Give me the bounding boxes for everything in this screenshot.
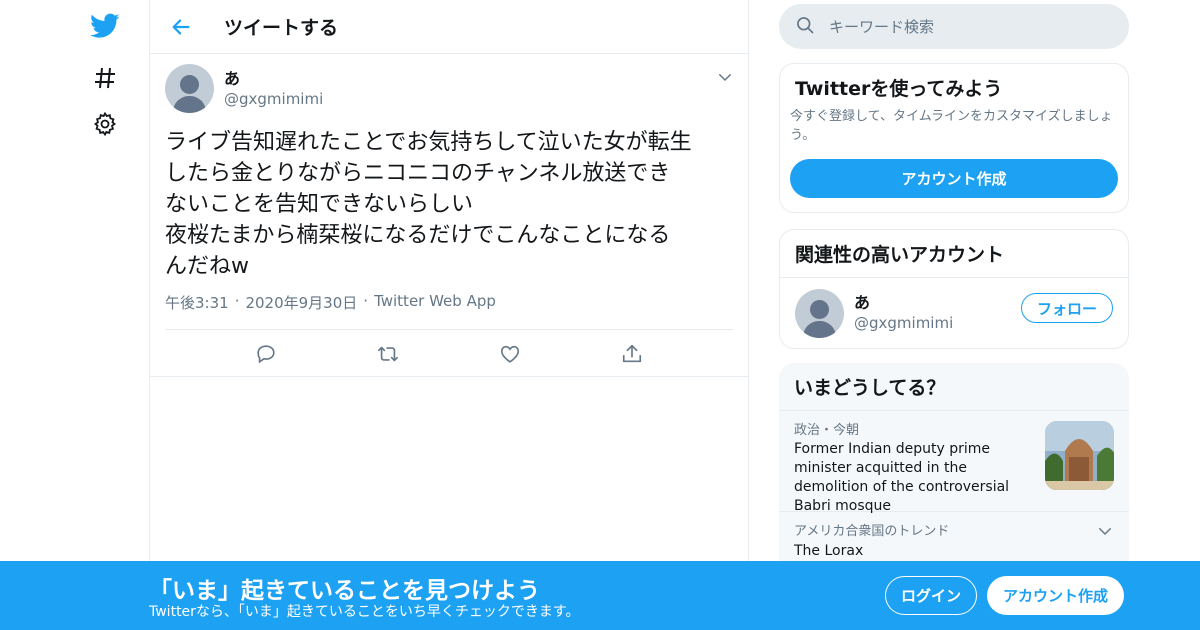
back-arrow-icon[interactable] — [166, 12, 196, 42]
trend-item[interactable]: 政治・今朝 Former Indian deputy prime ministe… — [779, 411, 1129, 514]
tweet-meta: 午後3:31 · 2020年9月30日 · Twitter Web App — [165, 292, 733, 313]
page-header: ツイートする — [150, 0, 748, 54]
right-column: Twitterを使ってみよう 今すぐ登録して、タイムラインをカスタマイズしましょ… — [779, 0, 1129, 572]
relevant-accounts-title: 関連性の高いアカウント — [780, 230, 1128, 278]
hashtag-icon[interactable] — [90, 63, 120, 93]
signup-card: Twitterを使ってみよう 今すぐ登録して、タイムラインをカスタマイズしましょ… — [779, 63, 1129, 213]
tweet-date[interactable]: 2020年9月30日 — [245, 292, 357, 313]
tweet-source[interactable]: Twitter Web App — [374, 292, 496, 313]
signup-button[interactable]: アカウント作成 — [987, 576, 1124, 615]
reply-icon[interactable] — [253, 341, 279, 367]
trends-title: いまどうしてる？ — [779, 363, 1129, 411]
page-title: ツイートする — [224, 17, 339, 39]
tweet-author[interactable]: あ @gxgmimimi — [165, 64, 733, 113]
relevant-accounts-card: 関連性の高いアカウント あ @gxgmimimi フォロー — [779, 229, 1129, 349]
page: ツイートする あ @gxgmimimi ライブ告知遅れたことでお気持ちして泣いた… — [0, 0, 1200, 630]
avatar[interactable] — [165, 64, 214, 113]
trends-card: いまどうしてる？ 政治・今朝 Former Indian deputy prim… — [779, 363, 1129, 572]
search-icon — [795, 15, 815, 39]
left-nav — [0, 0, 150, 630]
gear-icon[interactable] — [90, 109, 120, 139]
trend-headline[interactable]: Former Indian deputy prime minister acqu… — [794, 440, 1029, 516]
heart-icon[interactable] — [497, 341, 523, 367]
trend-thumbnail-image[interactable] — [1045, 421, 1114, 490]
main-column: ツイートする あ @gxgmimimi ライブ告知遅れたことでお気持ちして泣いた… — [150, 0, 749, 630]
twitter-logo-icon[interactable] — [90, 11, 120, 41]
meta-separator: · — [234, 292, 240, 310]
create-account-button[interactable]: アカウント作成 — [790, 159, 1118, 198]
share-icon[interactable] — [619, 341, 645, 367]
account-display-name[interactable]: あ — [854, 293, 953, 313]
account-handle[interactable]: @gxgmimimi — [854, 313, 953, 333]
login-button[interactable]: ログイン — [885, 576, 977, 615]
search-bar[interactable] — [779, 4, 1129, 49]
avatar[interactable] — [795, 288, 844, 338]
retweet-icon[interactable] — [375, 341, 401, 367]
chevron-down-icon[interactable] — [1096, 522, 1114, 540]
signup-banner: 「いま」起きていることを見つけよう Twitterなら、「いま」起きていることを… — [0, 561, 1200, 630]
follow-button[interactable]: フォロー — [1021, 293, 1113, 323]
tweet-time[interactable]: 午後3:31 — [165, 292, 229, 313]
signup-card-description: 今すぐ登録して、タイムラインをカスタマイズしましょう。 — [790, 109, 1113, 143]
author-handle[interactable]: @gxgmimimi — [224, 89, 323, 109]
chevron-down-icon[interactable] — [716, 68, 734, 86]
banner-title: 「いま」起きていることを見つけよう — [149, 578, 540, 604]
banner-subtitle: Twitterなら、「いま」起きていることをいち早くチェックできます。 — [149, 604, 580, 620]
trend-name[interactable]: The Lorax — [794, 541, 1114, 561]
search-input[interactable] — [829, 17, 1089, 36]
author-display-name[interactable]: あ — [224, 69, 323, 89]
tweet: あ @gxgmimimi ライブ告知遅れたことでお気持ちして泣いた女が転生 した… — [150, 54, 748, 377]
account-row[interactable]: あ @gxgmimimi フォロー — [780, 278, 1128, 348]
trend-context: アメリカ合衆国のトレンド — [794, 524, 950, 539]
tweet-text: ライブ告知遅れたことでお気持ちして泣いた女が転生 したら金とりながらニコニコのチ… — [165, 130, 692, 279]
meta-separator: · — [363, 292, 369, 310]
tweet-actions — [165, 330, 733, 378]
signup-card-title: Twitterを使ってみよう — [795, 78, 1003, 100]
